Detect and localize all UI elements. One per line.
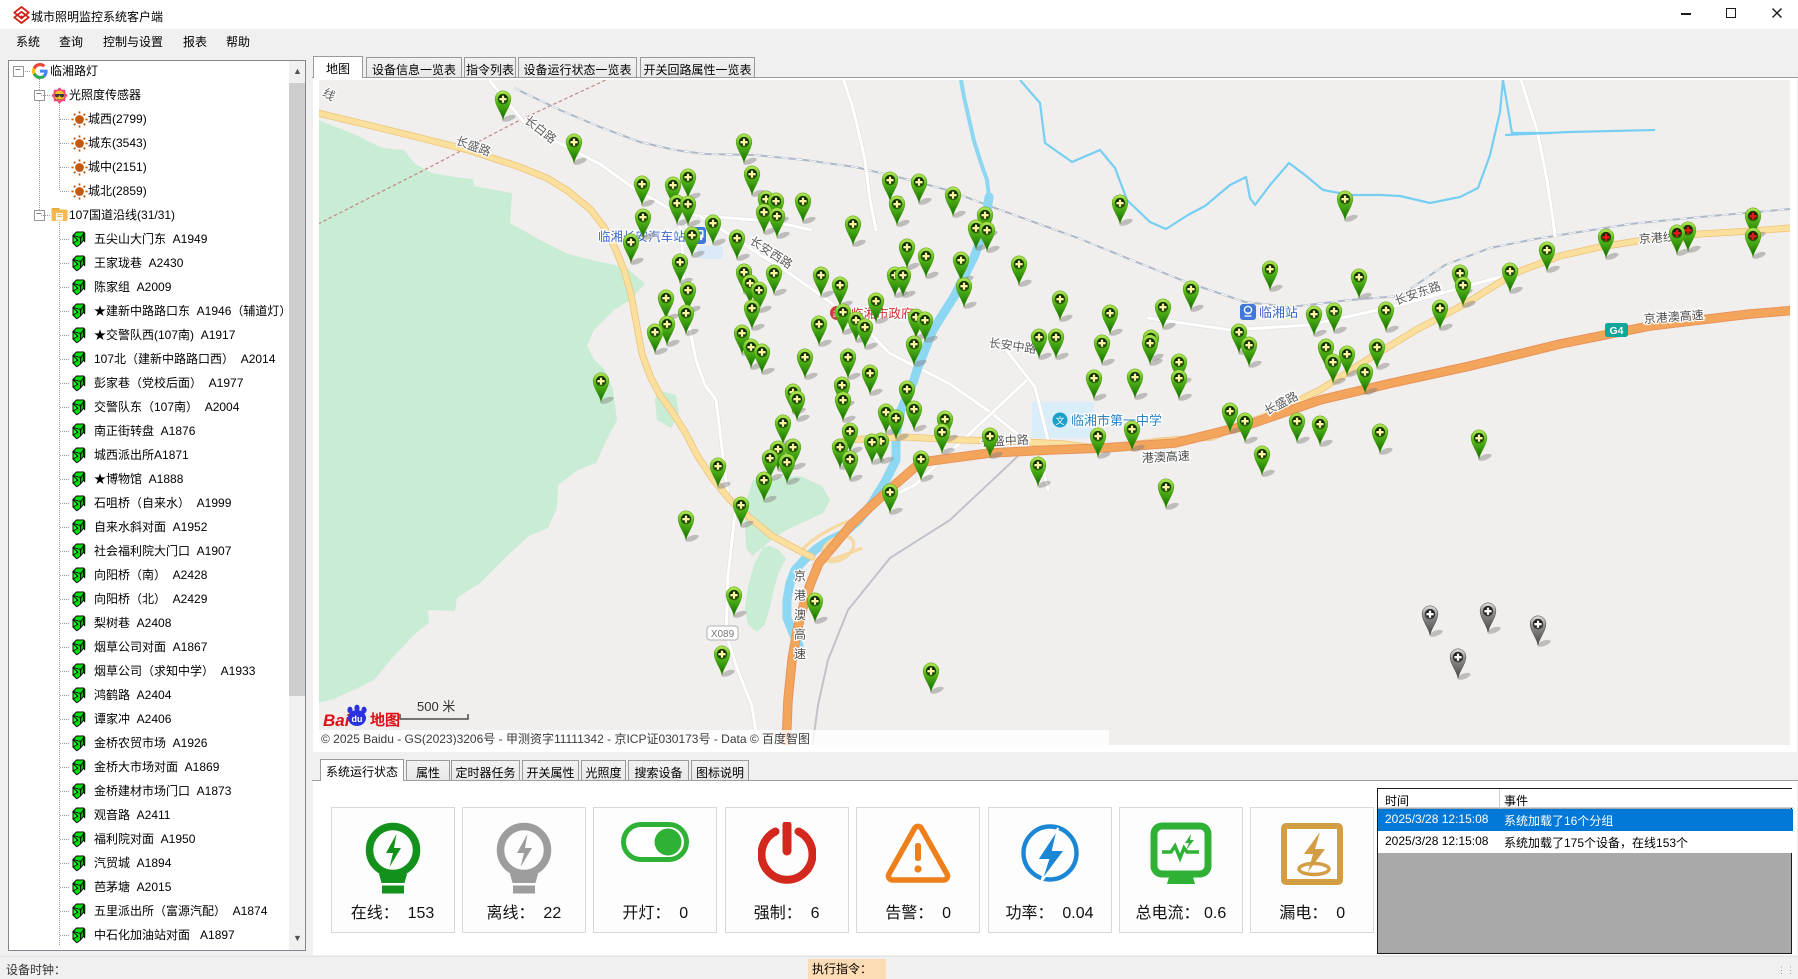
svg-text:地图: 地图 [370, 711, 400, 729]
svg-text:港: 港 [794, 589, 806, 603]
svg-text:500 米: 500 米 [417, 699, 455, 714]
svg-text:高: 高 [794, 627, 806, 642]
svg-text:G4: G4 [1609, 325, 1623, 337]
svg-text:du: du [352, 714, 363, 724]
svg-text:京: 京 [794, 569, 806, 583]
svg-text:澳: 澳 [794, 608, 806, 622]
svg-text:Bai: Bai [323, 711, 351, 730]
svg-text:文: 文 [1055, 415, 1064, 426]
svg-text:临湘市第一中学: 临湘市第一中学 [1071, 413, 1162, 428]
svg-text:X089: X089 [711, 629, 735, 640]
svg-text:港澳高速: 港澳高速 [1141, 448, 1190, 465]
svg-text:临湘站: 临湘站 [1259, 305, 1298, 320]
svg-text:速: 速 [794, 647, 806, 661]
svg-text:© 2025 Baidu - GS(2023)3206号 -: © 2025 Baidu - GS(2023)3206号 - 甲测资字11111… [321, 731, 810, 745]
